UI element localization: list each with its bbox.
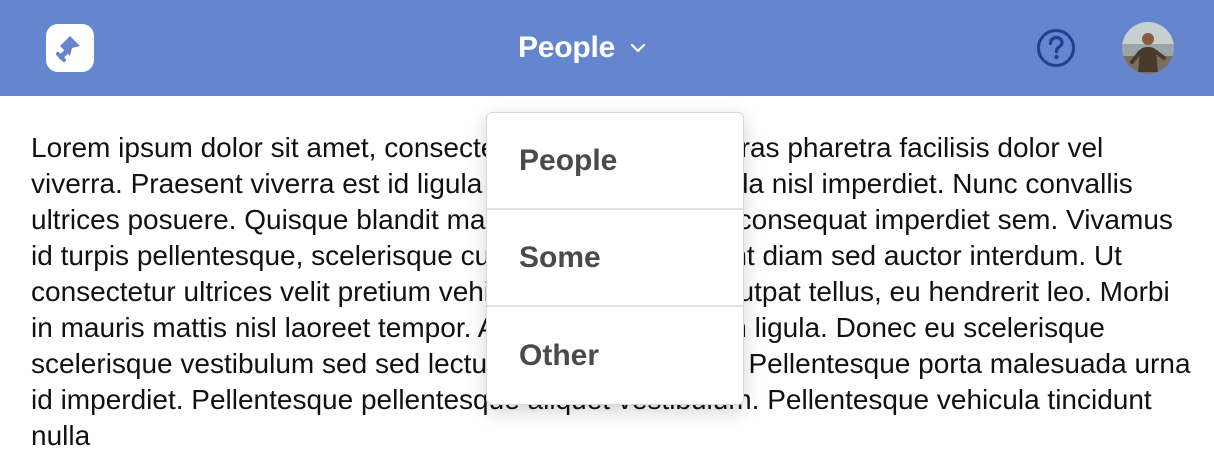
dropdown-item-some[interactable]: Some [487, 210, 743, 307]
app-header: People [0, 0, 1214, 96]
chevron-down-icon [631, 43, 646, 53]
page-title-dropdown-toggle[interactable]: People [518, 28, 647, 68]
help-icon[interactable] [1036, 28, 1076, 68]
user-avatar[interactable] [1122, 22, 1174, 74]
logo-icon[interactable] [46, 24, 94, 72]
page-title: People [518, 31, 616, 64]
dropdown-item-people[interactable]: People [487, 113, 743, 210]
title-dropdown-menu: People Some Other [486, 112, 744, 405]
dropdown-item-other[interactable]: Other [487, 307, 743, 404]
